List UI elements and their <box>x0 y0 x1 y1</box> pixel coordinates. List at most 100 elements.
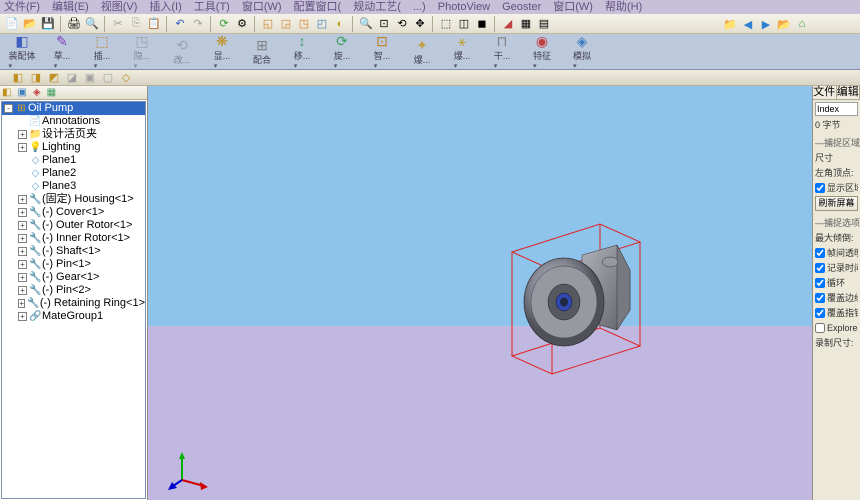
oil-pump-model[interactable] <box>522 240 634 360</box>
expand-toggle[interactable]: + <box>18 143 27 152</box>
home-icon[interactable]: ⌂ <box>794 16 810 32</box>
tree-row[interactable]: +📁设计活页夹 <box>2 128 145 141</box>
ribbon-显[interactable]: ❋显... ▾ <box>204 37 240 67</box>
menu-item[interactable]: 视图(V) <box>101 0 138 14</box>
tree-root[interactable]: -⊞ Oil Pump <box>2 102 145 115</box>
btn-refresh[interactable]: 刷新屏幕 <box>815 196 858 211</box>
view1-icon[interactable]: ◱ <box>260 16 276 32</box>
tree-row[interactable]: +🔧(-) Cover<1> <box>2 206 145 219</box>
ribbon-智[interactable]: ⊡智... ▾ <box>364 37 400 67</box>
tab-display-icon[interactable]: ▦ <box>47 87 56 98</box>
print-icon[interactable]: 🖨 <box>66 16 82 32</box>
expand-toggle[interactable]: + <box>18 260 27 269</box>
tab-edit[interactable]: 编辑 <box>837 86 860 99</box>
menu-item[interactable]: 帮助(H) <box>605 0 642 14</box>
expand-toggle[interactable]: + <box>18 130 27 139</box>
expand-toggle[interactable]: + <box>18 247 27 256</box>
ft2-icon[interactable]: ◨ <box>28 70 44 86</box>
tree-row[interactable]: +🔧(固定) Housing<1> <box>2 193 145 206</box>
tab-config-icon[interactable]: ▣ <box>17 87 26 98</box>
menu-item[interactable]: 工具(T) <box>194 0 230 14</box>
tree-row[interactable]: ◇Plane1 <box>2 154 145 167</box>
expand-toggle[interactable]: + <box>18 312 27 321</box>
section-icon[interactable]: ◢ <box>500 16 516 32</box>
view4-icon[interactable]: ◰ <box>314 16 330 32</box>
chk-loop[interactable] <box>815 278 825 288</box>
chk-show-area[interactable] <box>815 183 825 193</box>
ribbon-旋[interactable]: ⟳旋... ▾ <box>324 37 360 67</box>
tree-row[interactable]: +🔧(-) Retaining Ring<1> <box>2 297 145 310</box>
tab-file[interactable]: 文件 <box>813 86 837 99</box>
menu-item[interactable]: 配置窗口( <box>294 0 342 14</box>
redo-icon[interactable]: ↷ <box>190 16 206 32</box>
menu-item[interactable]: 文件(F) <box>4 0 40 14</box>
chk-transparent[interactable] <box>815 248 825 258</box>
menu-item[interactable]: 编辑(E) <box>52 0 89 14</box>
feature-tree[interactable]: -⊞ Oil Pump 📄Annotations+📁设计活页夹+💡Lightin… <box>1 101 146 499</box>
ft6-icon[interactable]: ▢ <box>100 70 116 86</box>
view2-icon[interactable]: ◲ <box>278 16 294 32</box>
prev-icon[interactable]: ◀ <box>740 16 756 32</box>
ft3-icon[interactable]: ◩ <box>46 70 62 86</box>
expand-toggle[interactable]: + <box>18 195 27 204</box>
chk-edge[interactable] <box>815 293 825 303</box>
menu-item[interactable]: ...) <box>413 0 426 14</box>
misc1-icon[interactable]: ▦ <box>518 16 534 32</box>
ft7-icon[interactable]: ◇ <box>118 70 134 86</box>
tree-row[interactable]: 📄Annotations <box>2 115 145 128</box>
cut-icon[interactable]: ✂ <box>110 16 126 32</box>
tree-row[interactable]: +🔧(-) Outer Rotor<1> <box>2 219 145 232</box>
ft5-icon[interactable]: ▣ <box>82 70 98 86</box>
tree-row[interactable]: +🔧(-) Gear<1> <box>2 271 145 284</box>
chk-explorer[interactable] <box>815 323 825 333</box>
rebuild-icon[interactable]: ⟳ <box>216 16 232 32</box>
ribbon-移[interactable]: ↕移... ▾ <box>284 37 320 67</box>
undo-icon[interactable]: ↶ <box>172 16 188 32</box>
ribbon-配合[interactable]: ⊞配合 <box>244 37 280 67</box>
ribbon-隐[interactable]: ◳隐... ▾ <box>124 37 160 67</box>
pan-icon[interactable]: ✥ <box>412 16 428 32</box>
expand-toggle[interactable]: + <box>18 273 27 282</box>
zoom-area-icon[interactable]: ⊡ <box>376 16 392 32</box>
tree-row[interactable]: +💡Lighting <box>2 141 145 154</box>
menu-item[interactable]: 窗口(W) <box>553 0 593 14</box>
up-icon[interactable]: 📂 <box>776 16 792 32</box>
new-icon[interactable]: 📄 <box>4 16 20 32</box>
tab-feature-icon[interactable]: ◧ <box>2 87 11 98</box>
rotate-icon[interactable]: ⟲ <box>394 16 410 32</box>
filename-input[interactable] <box>815 102 858 116</box>
chk-recordtime[interactable] <box>815 263 825 273</box>
expand-toggle[interactable]: + <box>18 208 27 217</box>
menu-item[interactable]: 窗口(W) <box>242 0 282 14</box>
ft1-icon[interactable]: ◧ <box>10 70 26 86</box>
menu-item[interactable]: 规动工艺( <box>353 0 401 14</box>
ribbon-爆[interactable]: ✦爆... <box>404 37 440 67</box>
tree-row[interactable]: +🔧(-) Pin<1> <box>2 258 145 271</box>
ribbon-草[interactable]: ✎草... ▾ <box>44 37 80 67</box>
copy-icon[interactable]: ⎘ <box>128 16 144 32</box>
tree-row[interactable]: +🔧(-) Shaft<1> <box>2 245 145 258</box>
zoom-fit-icon[interactable]: 🔍 <box>358 16 374 32</box>
expand-toggle[interactable]: + <box>18 234 27 243</box>
ribbon-爆[interactable]: ⚹爆... ▾ <box>444 37 480 67</box>
misc2-icon[interactable]: ▤ <box>536 16 552 32</box>
ribbon-特征[interactable]: ◉特征 ▾ <box>524 37 560 67</box>
menu-item[interactable]: 插入(I) <box>149 0 181 14</box>
expand-toggle[interactable]: + <box>18 286 27 295</box>
expand-toggle[interactable]: + <box>18 299 25 308</box>
open-icon[interactable]: 📂 <box>22 16 38 32</box>
hidden-icon[interactable]: ◫ <box>456 16 472 32</box>
menu-item[interactable]: PhotoView <box>438 0 490 14</box>
menu-item[interactable]: Geoster <box>502 0 541 14</box>
paste-icon[interactable]: 📋 <box>146 16 162 32</box>
tab-prop-icon[interactable]: ◈ <box>33 87 41 98</box>
save-icon[interactable]: 💾 <box>40 16 56 32</box>
next-icon[interactable]: ▶ <box>758 16 774 32</box>
tree-row[interactable]: ◇Plane3 <box>2 180 145 193</box>
view3-icon[interactable]: ◳ <box>296 16 312 32</box>
ribbon-干[interactable]: ⊓干... ▾ <box>484 37 520 67</box>
shaded-icon[interactable]: ◼ <box>474 16 490 32</box>
ft4-icon[interactable]: ◪ <box>64 70 80 86</box>
ribbon-模拟[interactable]: ◈模拟 ▾ <box>564 37 600 67</box>
tree-row[interactable]: ◇Plane2 <box>2 167 145 180</box>
